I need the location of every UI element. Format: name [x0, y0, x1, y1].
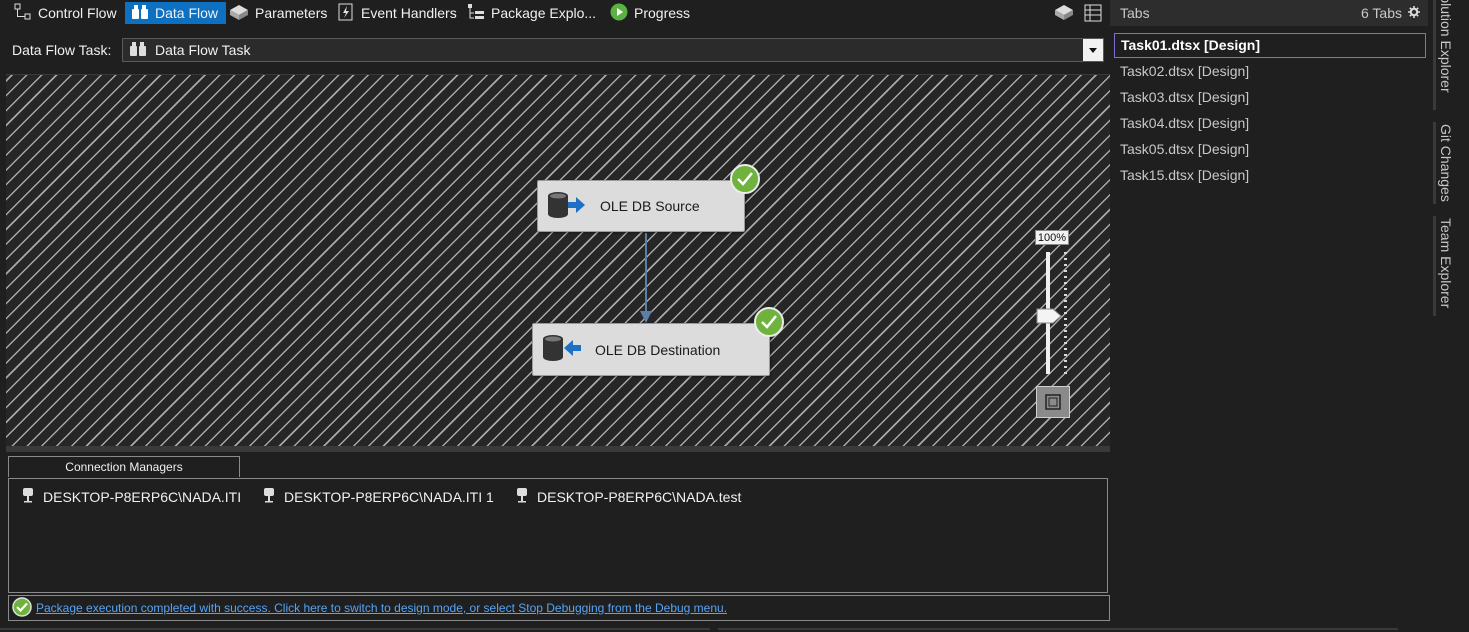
- side-tool-tabs: Solution Explorer Git Changes Team Explo…: [1430, 0, 1469, 632]
- node-label: OLE DB Source: [600, 198, 700, 214]
- parameters-icon: [229, 3, 249, 24]
- tab-label: Package Explo...: [491, 5, 597, 21]
- zoom-level-label: 100%: [1035, 230, 1069, 245]
- connection-name: DESKTOP-P8ERP6C\NADA.ITI 1: [284, 488, 494, 505]
- connection-name: DESKTOP-P8ERP6C\NADA.test: [537, 488, 742, 505]
- execution-status-bar: Package execution completed with success…: [8, 595, 1110, 621]
- ole-db-source-node[interactable]: OLE DB Source: [537, 180, 745, 232]
- tab-solution-explorer[interactable]: Solution Explorer: [1438, 0, 1454, 93]
- tab-indicator: [1433, 122, 1436, 204]
- connection-icon: [21, 487, 35, 506]
- gear-icon[interactable]: [1408, 5, 1420, 21]
- tab-progress[interactable]: Progress: [610, 2, 690, 24]
- document-tab-item[interactable]: Task02.dtsx [Design]: [1114, 58, 1426, 84]
- fit-icon: [1045, 394, 1061, 410]
- tab-label: Progress: [634, 5, 691, 21]
- data-flow-task-icon: [129, 41, 147, 60]
- document-tab-item[interactable]: Task04.dtsx [Design]: [1114, 110, 1426, 136]
- divider: [0, 628, 710, 630]
- tab-label: Event Handlers: [361, 5, 457, 21]
- designer-tab-bar: Control Flow Data Flow Parameters Event …: [0, 0, 1110, 27]
- toolbox-icon[interactable]: [1054, 4, 1074, 25]
- tabs-count: 6 Tabs: [1361, 5, 1402, 21]
- tabs-panel-header: Tabs 6 Tabs: [1110, 0, 1428, 26]
- data-flow-icon: [131, 3, 149, 24]
- canvas-splitter[interactable]: [6, 446, 1110, 452]
- tab-git-changes[interactable]: Git Changes: [1438, 124, 1454, 202]
- variables-icon[interactable]: [1084, 4, 1102, 25]
- success-check-icon: [730, 164, 760, 194]
- tab-indicator: [1433, 216, 1436, 316]
- connection-icon: [262, 487, 276, 506]
- tab-label: Control Flow: [38, 5, 117, 21]
- connection-item[interactable]: DESKTOP-P8ERP6C\NADA.ITI: [21, 487, 241, 506]
- connection-item[interactable]: DESKTOP-P8ERP6C\NADA.test: [515, 487, 741, 506]
- node-label: OLE DB Destination: [595, 341, 721, 358]
- connection-managers-panel: DESKTOP-P8ERP6C\NADA.ITI DESKTOP-P8ERP6C…: [8, 478, 1108, 593]
- divider: [718, 628, 1398, 630]
- progress-icon: [610, 3, 628, 24]
- task-label: Data Flow Task:: [12, 42, 112, 58]
- destination-database-icon: [541, 333, 581, 366]
- document-tab-item[interactable]: Task05.dtsx [Design]: [1114, 136, 1426, 162]
- document-tab-item[interactable]: Task01.dtsx [Design]: [1114, 33, 1426, 58]
- connection-name: DESKTOP-P8ERP6C\NADA.ITI: [43, 488, 242, 505]
- document-tab-item[interactable]: Task03.dtsx [Design]: [1114, 84, 1426, 110]
- chevron-down-icon[interactable]: [1083, 39, 1103, 61]
- tabs-panel-title: Tabs: [1120, 5, 1150, 21]
- connection-item[interactable]: DESKTOP-P8ERP6C\NADA.ITI 1: [262, 487, 494, 506]
- ole-db-destination-node[interactable]: OLE DB Destination: [532, 323, 770, 376]
- tab-team-explorer[interactable]: Team Explorer: [1438, 218, 1454, 308]
- zoom-slider-thumb[interactable]: [1036, 308, 1062, 324]
- open-documents-list: Task01.dtsx [Design] Task02.dtsx [Design…: [1114, 33, 1426, 188]
- tab-package-explorer[interactable]: Package Explo...: [467, 2, 596, 24]
- tab-label: Data Flow: [155, 5, 219, 21]
- tab-data-flow[interactable]: Data Flow: [125, 2, 227, 24]
- source-database-icon: [546, 190, 586, 223]
- tab-label: Parameters: [255, 5, 328, 21]
- zoom-ticks: [1064, 252, 1067, 374]
- event-handlers-icon: [337, 3, 355, 24]
- task-select[interactable]: Data Flow Task: [122, 38, 1104, 62]
- package-explorer-icon: [467, 3, 485, 24]
- connection-managers-tab[interactable]: Connection Managers: [8, 456, 240, 477]
- tab-event-handlers[interactable]: Event Handlers: [337, 2, 457, 24]
- switch-to-design-mode-link[interactable]: Package execution completed with success…: [36, 601, 727, 615]
- tab-control-flow[interactable]: Control Flow: [14, 2, 117, 24]
- success-check-icon: [12, 596, 32, 620]
- task-select-value: Data Flow Task: [155, 42, 251, 58]
- data-path-arrow[interactable]: [6, 75, 1110, 447]
- success-check-icon: [754, 307, 784, 337]
- design-canvas[interactable]: OLE DB Source OLE DB Destination: [6, 74, 1110, 446]
- tab-indicator: [1433, 0, 1436, 110]
- zoom-to-fit-button[interactable]: [1036, 386, 1070, 418]
- tab-parameters[interactable]: Parameters: [229, 2, 327, 24]
- control-flow-icon: [14, 3, 32, 24]
- connection-icon: [515, 487, 529, 506]
- document-tab-item[interactable]: Task15.dtsx [Design]: [1114, 162, 1426, 188]
